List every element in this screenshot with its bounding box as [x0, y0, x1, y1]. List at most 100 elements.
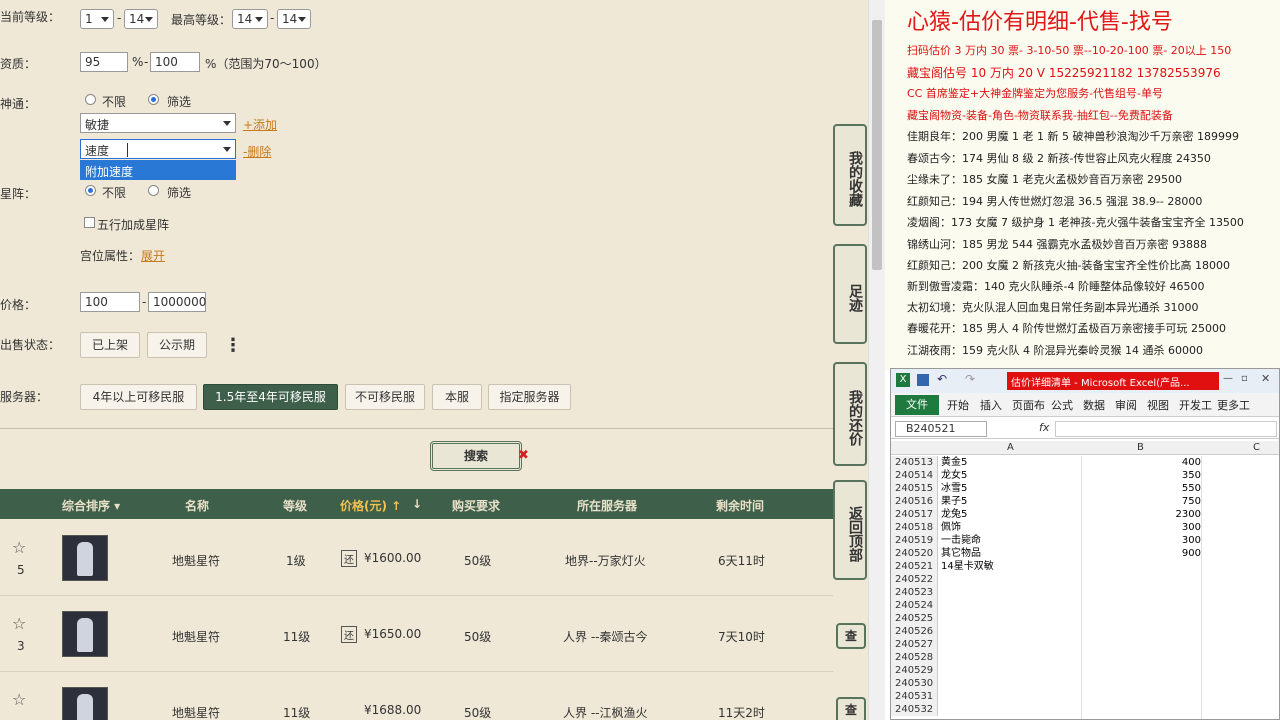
- search-button[interactable]: 搜索: [430, 441, 522, 471]
- sheet-row[interactable]: 240528: [891, 651, 1279, 664]
- item-thumbnail[interactable]: [62, 535, 108, 581]
- sheet-row[interactable]: 240527: [891, 638, 1279, 651]
- sheet-row[interactable]: 240529: [891, 664, 1279, 677]
- tab-data[interactable]: 数据: [1083, 397, 1105, 413]
- sheet-row[interactable]: 240517 龙兔5 2300: [891, 508, 1279, 521]
- tab-file[interactable]: 文件: [895, 395, 939, 415]
- col-server: 所在服务器: [577, 499, 638, 513]
- sheet-row[interactable]: 240514 龙女5 350: [891, 469, 1279, 482]
- redo-icon[interactable]: ↷: [965, 372, 975, 386]
- note-line: 江湖夜雨：159 克火队 4 阶混异光秦岭灵猴 14 通杀 60000: [907, 344, 1203, 357]
- my-bargain-button[interactable]: 我的还价: [833, 362, 867, 466]
- server-specify-button[interactable]: 指定服务器: [488, 384, 571, 410]
- table-row[interactable]: ☆ 3 地魁星符 11级 还 ¥1650.00 50级 人界 --秦颂古今 7天…: [0, 597, 866, 672]
- server-1-5yr-button[interactable]: 1.5年至4年可移民服: [203, 384, 338, 410]
- xingzhen-unlimited-radio[interactable]: [85, 185, 96, 196]
- bargain-badge[interactable]: 还: [341, 550, 357, 567]
- name-box[interactable]: B240521: [895, 421, 987, 437]
- col-b-header[interactable]: B: [1137, 442, 1144, 453]
- view-button[interactable]: 查: [836, 623, 866, 649]
- sheet-row[interactable]: 240518 佩饰 300: [891, 521, 1279, 534]
- scrollbar-thumb[interactable]: [872, 20, 882, 270]
- server-nomigrate-button[interactable]: 不可移民服: [345, 384, 425, 410]
- max-from-select[interactable]: 14: [232, 9, 268, 29]
- footprint-button[interactable]: 足迹: [833, 244, 867, 344]
- shentong-unlimited-radio[interactable]: [85, 94, 96, 105]
- page-scrollbar[interactable]: [868, 0, 885, 720]
- aptitude-from-input[interactable]: 95: [80, 52, 128, 72]
- tab-review[interactable]: 审阅: [1115, 397, 1137, 413]
- sort-price-asc[interactable]: 价格(元) ↑: [340, 497, 401, 514]
- col-c-header[interactable]: C: [1253, 442, 1260, 453]
- back-to-top-button[interactable]: 返回顶部: [833, 480, 867, 580]
- sort-price-desc[interactable]: ↓: [412, 497, 422, 511]
- tab-developer[interactable]: 开发工: [1179, 397, 1212, 413]
- expand-link[interactable]: 展开: [141, 247, 165, 264]
- col-a-header[interactable]: A: [1007, 442, 1014, 453]
- sheet-row[interactable]: 240524: [891, 599, 1279, 612]
- tab-pagelayout[interactable]: 页面布: [1012, 397, 1045, 413]
- dropdown-suggestion[interactable]: 附加速度: [80, 160, 236, 180]
- item-thumbnail[interactable]: [62, 611, 108, 657]
- my-favorites-button[interactable]: 我的收藏: [833, 124, 867, 226]
- level-to-select[interactable]: 14: [124, 9, 158, 29]
- close-window-icon[interactable]: ✕: [1261, 372, 1270, 385]
- star-icon[interactable]: ☆: [12, 615, 30, 633]
- delete-shentong-link[interactable]: -删除: [243, 143, 271, 160]
- sheet-row[interactable]: 240521 14星卡双敏: [891, 560, 1279, 573]
- restore-icon[interactable]: ▫: [1241, 373, 1248, 384]
- sheet-row[interactable]: 240520 其它物品 900: [891, 547, 1279, 560]
- price-to-input[interactable]: 1000000: [148, 292, 206, 312]
- sheet-row[interactable]: 240522: [891, 573, 1279, 586]
- star-icon[interactable]: ☆: [12, 539, 30, 557]
- bargain-badge[interactable]: 还: [341, 626, 357, 643]
- sheet-row[interactable]: 240525: [891, 612, 1279, 625]
- tab-home[interactable]: 开始: [947, 397, 969, 413]
- table-row[interactable]: ☆ 5 地魁星符 1级 还 ¥1600.00 50级 地界--万家灯火 6天11…: [0, 521, 833, 596]
- price-from-input[interactable]: 100: [80, 292, 140, 312]
- more-icon[interactable]: ⋮: [224, 335, 242, 356]
- sheet-row[interactable]: 240519 一击毙命 300: [891, 534, 1279, 547]
- sheet-row[interactable]: 240515 冰雪5 550: [891, 482, 1279, 495]
- item-name[interactable]: 地魁星符: [172, 552, 220, 569]
- sheet-row[interactable]: 240530: [891, 677, 1279, 690]
- table-row[interactable]: ☆ 地魁星符 11级 ¥1688.00 50级 人界 --江枫渔火 11天2时 …: [0, 673, 866, 720]
- sheet-row[interactable]: 240526: [891, 625, 1279, 638]
- aptitude-to-input[interactable]: 100: [150, 52, 200, 72]
- wuxing-checkbox[interactable]: [84, 217, 95, 228]
- shentong-select-1[interactable]: 敏捷: [80, 113, 236, 133]
- shentong-input-2[interactable]: 速度: [80, 139, 236, 159]
- save-icon[interactable]: [917, 374, 929, 386]
- fx-icon[interactable]: fx: [1039, 421, 1049, 434]
- item-thumbnail[interactable]: [62, 687, 108, 720]
- tab-view[interactable]: 视图: [1147, 397, 1169, 413]
- close-icon[interactable]: ✖: [518, 448, 529, 463]
- level-from-select[interactable]: 1: [80, 9, 114, 29]
- view-button[interactable]: 查: [836, 697, 866, 720]
- sheet-row[interactable]: 240516 果子5 750: [891, 495, 1279, 508]
- item-name[interactable]: 地魁星符: [172, 628, 220, 645]
- sheet-row[interactable]: 240532: [891, 703, 1279, 716]
- undo-icon[interactable]: ↶: [937, 372, 947, 386]
- sheet-row[interactable]: 240531: [891, 690, 1279, 703]
- minimize-icon[interactable]: —: [1223, 373, 1233, 384]
- sheet-row[interactable]: 240513 黄金5 400: [891, 456, 1279, 469]
- max-to-select[interactable]: 14: [277, 9, 311, 29]
- tab-insert[interactable]: 插入: [980, 397, 1002, 413]
- formula-input[interactable]: [1055, 421, 1277, 437]
- add-shentong-link[interactable]: +添加: [243, 116, 277, 133]
- server-local-button[interactable]: 本服: [432, 384, 482, 410]
- status-listed-button[interactable]: 已上架: [80, 332, 140, 358]
- shentong-filter-radio[interactable]: [148, 94, 159, 105]
- sheet-grid[interactable]: 240513 黄金5 400 240514 龙女5 350 240515 冰雪5 550 2…: [891, 456, 1279, 719]
- item-name[interactable]: 地魁星符: [172, 704, 220, 720]
- sort-composite[interactable]: 综合排序 ▾: [62, 497, 120, 514]
- server-4yr-button[interactable]: 4年以上可移民服: [80, 384, 197, 410]
- sheet-row[interactable]: 240523: [891, 586, 1279, 599]
- tab-formulas[interactable]: 公式: [1051, 397, 1073, 413]
- xingzhen-filter-radio[interactable]: [148, 185, 159, 196]
- star-icon[interactable]: ☆: [12, 691, 30, 709]
- status-public-button[interactable]: 公示期: [147, 332, 207, 358]
- dash: -: [270, 11, 275, 25]
- tab-more[interactable]: 更多工: [1217, 397, 1250, 413]
